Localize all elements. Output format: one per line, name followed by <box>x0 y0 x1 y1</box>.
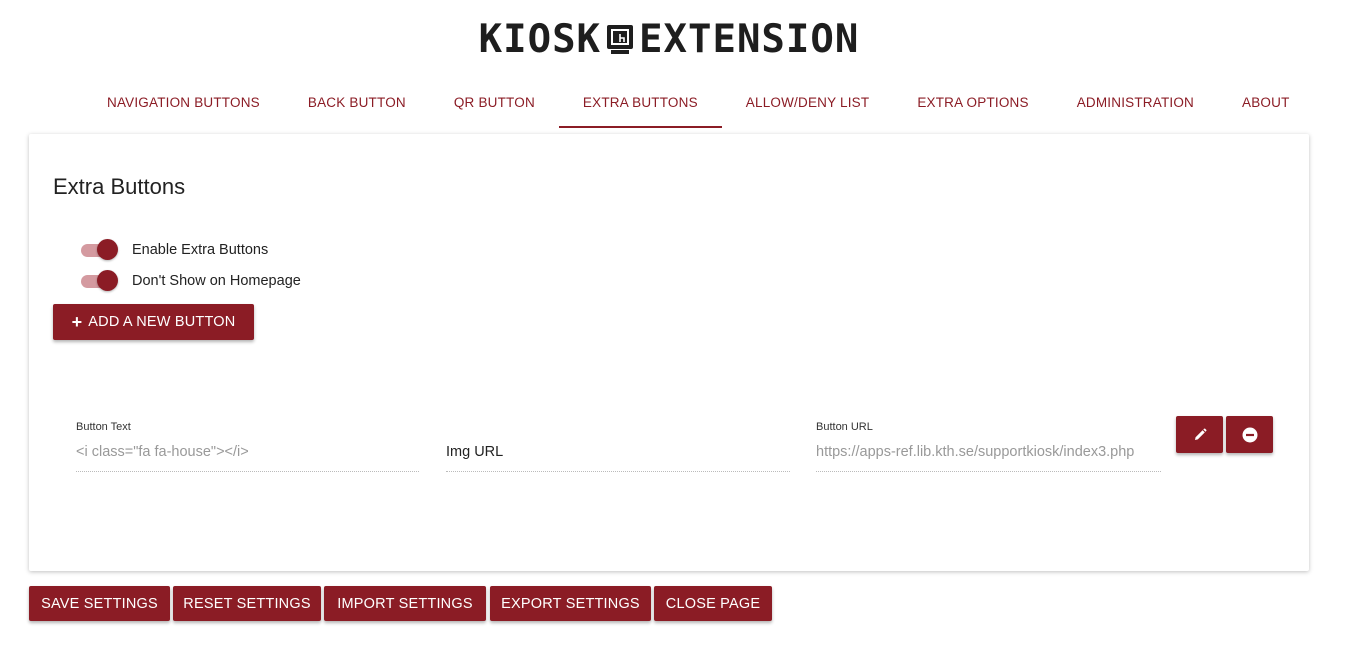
dont-show-homepage-label: Don't Show on Homepage <box>132 273 301 289</box>
edit-button[interactable] <box>1176 416 1223 453</box>
button-url-field: Button URL <box>816 421 1161 472</box>
minus-circle-icon <box>1242 427 1257 442</box>
close-page-button[interactable]: CLOSE PAGE <box>654 586 772 621</box>
enable-extra-buttons-label: Enable Extra Buttons <box>132 242 269 258</box>
dont-show-homepage-toggle[interactable] <box>79 270 118 292</box>
button-text-label: Button Text <box>76 421 131 433</box>
button-text-input[interactable] <box>76 444 419 472</box>
save-settings-button[interactable]: SAVE SETTINGS <box>29 586 170 621</box>
remove-button[interactable] <box>1226 416 1273 453</box>
tab-extra-buttons[interactable]: EXTRA BUTTONS <box>558 80 722 128</box>
plus-icon: + <box>71 312 83 332</box>
kiosk-touch-icon <box>607 25 634 54</box>
add-new-button-label: ADD A NEW BUTTON <box>88 314 236 330</box>
extra-buttons-panel: Extra Buttons Enable Extra Buttons Don't… <box>29 134 1309 571</box>
tab-qr-button[interactable]: QR BUTTON <box>430 80 559 128</box>
tab-extra-options[interactable]: EXTRA OPTIONS <box>893 80 1052 128</box>
tab-administration[interactable]: ADMINISTRATION <box>1053 80 1218 128</box>
dont-show-homepage-row: Don't Show on Homepage <box>79 270 301 292</box>
add-new-button[interactable]: + ADD A NEW BUTTON <box>53 304 254 340</box>
enable-extra-buttons-toggle[interactable] <box>79 239 118 261</box>
logo-text-kiosk: KIOSK <box>478 17 602 62</box>
logo-text-extension: EXTENSION <box>639 17 860 62</box>
tab-about[interactable]: ABOUT <box>1218 80 1314 128</box>
img-url-label <box>446 421 790 434</box>
import-settings-button[interactable]: IMPORT SETTINGS <box>324 586 486 621</box>
button-url-label: Button URL <box>816 421 873 433</box>
tab-back-button[interactable]: BACK BUTTON <box>284 80 430 128</box>
settings-tabs: NAVIGATION BUTTONS BACK BUTTON QR BUTTON… <box>83 80 1314 128</box>
tab-navigation-buttons[interactable]: NAVIGATION BUTTONS <box>83 80 284 128</box>
reset-settings-button[interactable]: RESET SETTINGS <box>173 586 321 621</box>
app-logo: KIOSK EXTENSION <box>0 18 1338 62</box>
panel-title: Extra Buttons <box>53 174 186 199</box>
img-url-input[interactable] <box>446 444 790 472</box>
enable-extra-buttons-row: Enable Extra Buttons <box>79 239 268 261</box>
toggle-knob <box>97 239 118 260</box>
pencil-icon <box>1194 428 1206 440</box>
img-url-field <box>446 421 790 472</box>
button-text-field: Button Text <box>76 421 419 472</box>
tab-allow-deny-list[interactable]: ALLOW/DENY LIST <box>722 80 894 128</box>
button-url-input[interactable] <box>816 444 1161 472</box>
toggle-knob <box>97 270 118 291</box>
export-settings-button[interactable]: EXPORT SETTINGS <box>490 586 651 621</box>
